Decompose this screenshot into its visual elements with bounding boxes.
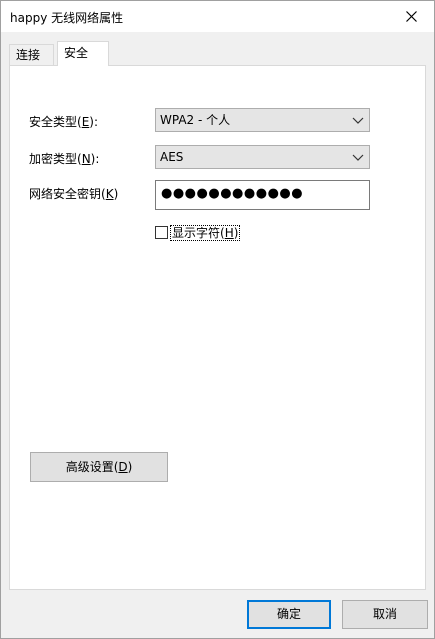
network-key-label: 网络安全密钥(K)	[29, 187, 119, 201]
show-characters-checkbox[interactable]	[155, 226, 168, 239]
chevron-down-icon	[352, 117, 364, 124]
advanced-settings-button[interactable]: 高级设置(D)	[30, 452, 168, 482]
security-panel: 安全类型(E): WPA2 - 个人 加密类型(N): AES 网络安全密钥(K…	[9, 65, 426, 590]
network-key-input[interactable]: ●●●●●●●●●●●●	[155, 180, 370, 210]
security-type-select[interactable]: WPA2 - 个人	[155, 108, 370, 132]
show-characters-option[interactable]: 显示字符(H)	[155, 224, 241, 241]
close-button[interactable]	[388, 1, 434, 32]
encryption-type-label: 加密类型(N):	[29, 152, 100, 166]
show-characters-label[interactable]: 显示字符(H)	[170, 224, 241, 241]
tab-security[interactable]: 安全	[57, 41, 109, 66]
tab-connection[interactable]: 连接	[9, 44, 54, 66]
cancel-button[interactable]: 取消	[342, 600, 428, 629]
title-bar: happy 无线网络属性	[1, 1, 434, 32]
security-type-value: WPA2 - 个人	[160, 113, 231, 127]
chevron-down-icon	[352, 154, 364, 161]
window-title: happy 无线网络属性	[10, 11, 124, 25]
encryption-type-value: AES	[160, 150, 184, 164]
wireless-properties-dialog: happy 无线网络属性 连接 安全 安全类型(E): WPA2 - 个人 加密…	[0, 0, 435, 639]
security-type-label: 安全类型(E):	[29, 115, 99, 129]
close-icon	[405, 11, 417, 22]
encryption-type-select[interactable]: AES	[155, 145, 370, 169]
ok-button[interactable]: 确定	[247, 600, 331, 629]
